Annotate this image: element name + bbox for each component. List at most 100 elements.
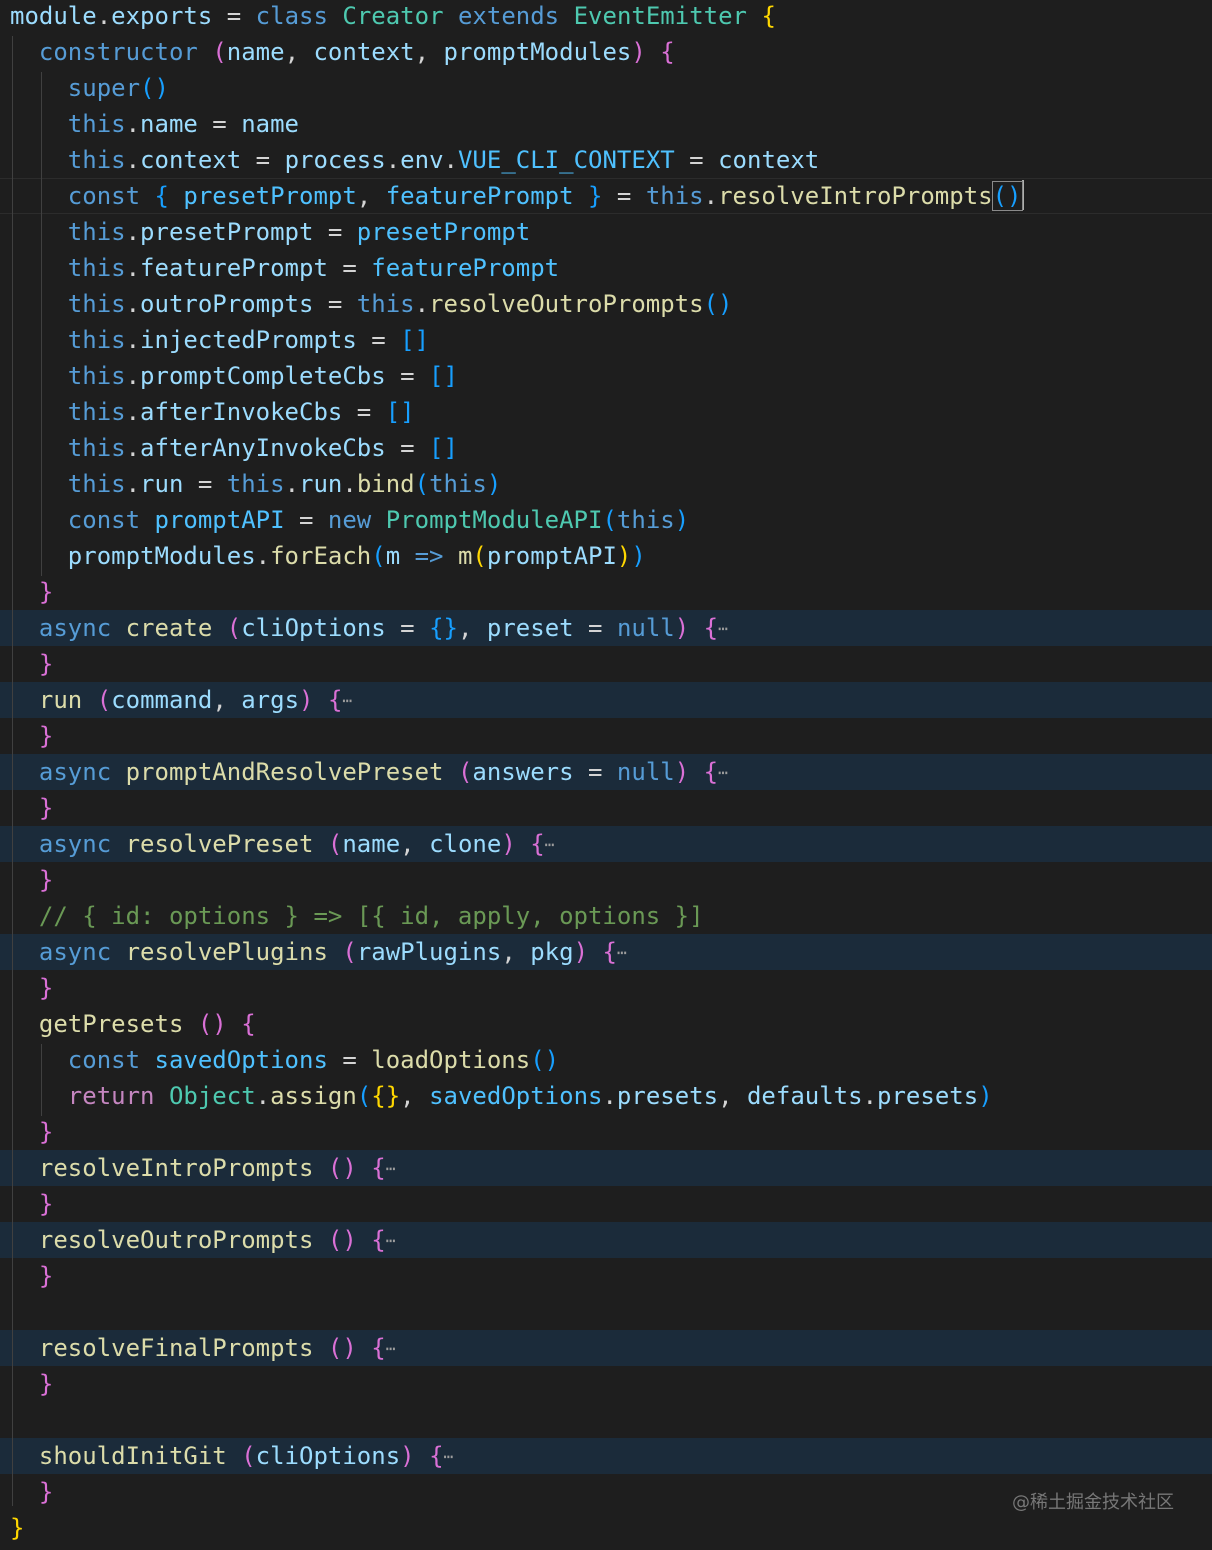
code-token: loadOptions xyxy=(371,1046,531,1074)
code-token: { xyxy=(703,758,719,786)
code-token: } xyxy=(38,578,54,606)
fold-ellipsis-icon[interactable]: ⋯ xyxy=(545,835,555,854)
code-token: ) xyxy=(501,830,516,858)
code-line[interactable]: this.featurePrompt = featurePrompt xyxy=(0,250,1212,286)
code-line-text: this.afterAnyInvokeCbs = [] xyxy=(10,430,458,466)
code-token: // { id: options } => [{ id, apply, opti… xyxy=(38,902,704,930)
code-token: , xyxy=(212,686,242,714)
code-line[interactable]: } xyxy=(0,790,1212,826)
code-line[interactable]: getPresets () { xyxy=(0,1006,1212,1042)
code-line[interactable]: this.name = name xyxy=(0,106,1212,142)
code-line[interactable]: } xyxy=(0,1258,1212,1294)
code-line[interactable]: this.presetPrompt = presetPrompt xyxy=(0,214,1212,250)
code-line[interactable]: const savedOptions = loadOptions() xyxy=(0,1042,1212,1078)
code-line[interactable]: } xyxy=(0,574,1212,610)
code-token: this xyxy=(67,254,126,282)
code-line-folded[interactable]: async resolvePlugins (rawPlugins, pkg) {… xyxy=(0,934,1212,970)
code-token: [] xyxy=(400,326,430,354)
code-line[interactable]: this.context = process.env.VUE_CLI_CONTE… xyxy=(0,142,1212,178)
code-token: { xyxy=(371,1226,386,1254)
code-line-text: const promptAPI = new PromptModuleAPI(th… xyxy=(10,502,689,538)
code-token: } xyxy=(38,1478,54,1506)
code-line[interactable]: } xyxy=(0,970,1212,1006)
fold-ellipsis-icon[interactable]: ⋯ xyxy=(342,691,352,710)
code-line[interactable]: this.outroPrompts = this.resolveOutroPro… xyxy=(0,286,1212,322)
code-line[interactable]: } xyxy=(0,1114,1212,1150)
code-line[interactable]: this.run = this.run.bind(this) xyxy=(0,466,1212,502)
code-token: ( xyxy=(602,506,617,534)
fold-ellipsis-icon[interactable]: ⋯ xyxy=(386,1231,396,1250)
code-line-folded[interactable]: run (command, args) {⋯ xyxy=(0,682,1212,718)
code-line[interactable]: module.exports = class Creator extends E… xyxy=(0,0,1212,34)
code-line[interactable]: } xyxy=(0,1186,1212,1222)
code-token: . xyxy=(862,1082,878,1110)
code-line[interactable]: this.injectedPrompts = [] xyxy=(0,322,1212,358)
code-line-folded[interactable]: resolveOutroPrompts () {⋯ xyxy=(0,1222,1212,1258)
code-line[interactable]: constructor (name, context, promptModule… xyxy=(0,34,1212,70)
code-line[interactable]: this.afterAnyInvokeCbs = [] xyxy=(0,430,1212,466)
code-editor[interactable]: module.exports = class Creator extends E… xyxy=(0,0,1212,1550)
code-line[interactable]: } xyxy=(0,718,1212,754)
code-token: presets xyxy=(616,1082,719,1110)
code-token: = xyxy=(197,110,242,138)
fold-ellipsis-icon[interactable]: ⋯ xyxy=(718,763,728,782)
code-token: resolveOutroPrompts xyxy=(38,1226,314,1254)
code-line-folded[interactable]: resolveIntroPrompts () {⋯ xyxy=(0,1150,1212,1186)
code-token: async xyxy=(38,830,112,858)
fold-ellipsis-icon[interactable]: ⋯ xyxy=(617,943,627,962)
code-line-folded[interactable]: shouldInitGit (cliOptions) {⋯ xyxy=(0,1438,1212,1474)
fold-ellipsis-icon[interactable]: ⋯ xyxy=(386,1339,396,1358)
code-token: m xyxy=(457,542,473,570)
code-token: . xyxy=(703,182,719,210)
code-line[interactable]: super() xyxy=(0,70,1212,106)
code-line[interactable]: return Object.assign({}, savedOptions.pr… xyxy=(0,1078,1212,1114)
code-token: ( xyxy=(371,542,386,570)
code-line-text: } xyxy=(10,1258,53,1294)
code-line-text: getPresets () { xyxy=(10,1006,256,1042)
code-line[interactable]: } xyxy=(0,1510,1212,1546)
code-token: resolveOutroPrompts xyxy=(429,290,704,318)
code-line-text: shouldInitGit (cliOptions) {⋯ xyxy=(10,1438,453,1475)
code-line-text: module.exports = class Creator extends E… xyxy=(10,0,776,34)
code-token: const xyxy=(67,182,141,210)
code-line-folded[interactable]: async promptAndResolvePreset (answers = … xyxy=(0,754,1212,790)
code-line-folded[interactable]: async resolvePreset (name, clone) {⋯ xyxy=(0,826,1212,862)
fold-ellipsis-icon[interactable]: ⋯ xyxy=(444,1447,454,1466)
code-line[interactable] xyxy=(0,1294,1212,1330)
code-token: answers xyxy=(472,758,574,786)
code-line[interactable]: } xyxy=(0,646,1212,682)
code-line[interactable]: const { presetPrompt, featurePrompt } = … xyxy=(0,178,1212,214)
code-line[interactable] xyxy=(0,1402,1212,1438)
code-line[interactable]: const promptAPI = new PromptModuleAPI(th… xyxy=(0,502,1212,538)
code-token: . xyxy=(255,1082,271,1110)
code-line[interactable]: this.afterInvokeCbs = [] xyxy=(0,394,1212,430)
code-line-folded[interactable]: async create (cliOptions = {}, preset = … xyxy=(0,610,1212,646)
code-line-folded[interactable]: resolveFinalPrompts () {⋯ xyxy=(0,1330,1212,1366)
code-line-text: this.presetPrompt = presetPrompt xyxy=(10,214,530,250)
code-line[interactable]: } xyxy=(0,1366,1212,1402)
code-line[interactable]: // { id: options } => [{ id, apply, opti… xyxy=(0,898,1212,934)
code-token: = xyxy=(356,326,401,354)
code-token: = xyxy=(241,146,285,174)
fold-ellipsis-icon[interactable]: ⋯ xyxy=(718,619,728,638)
code-line[interactable]: promptModules.forEach(m => m(promptAPI)) xyxy=(0,538,1212,574)
code-line[interactable]: } xyxy=(0,862,1212,898)
fold-ellipsis-icon[interactable]: ⋯ xyxy=(386,1159,396,1178)
code-token: m xyxy=(385,542,401,570)
code-line[interactable]: this.promptCompleteCbs = [] xyxy=(0,358,1212,394)
